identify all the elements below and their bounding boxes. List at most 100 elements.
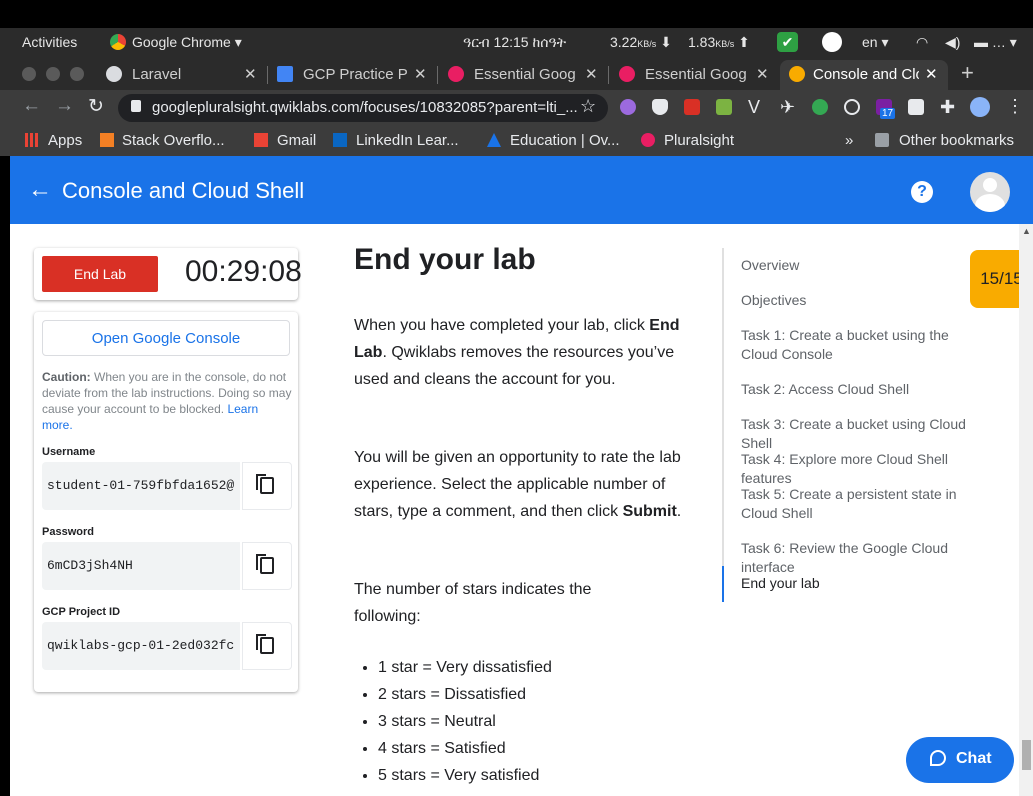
bookmarks-bar: Apps Stack Overflo... Gmail LinkedIn Lea… (0, 126, 1033, 156)
user-avatar[interactable] (970, 172, 1010, 212)
extension-icon[interactable] (908, 99, 924, 115)
bookmark-education[interactable]: Education | Ov... (510, 132, 620, 149)
tab-title: GCP Practice Pr (303, 66, 408, 83)
wifi-icon[interactable]: ◠ (916, 34, 928, 51)
tab-strip: Laravel ✕ GCP Practice Pr ✕ Essential Go… (0, 56, 1033, 90)
password-field[interactable]: 6mCD3jSh4NH (42, 542, 240, 590)
profile-avatar[interactable] (970, 97, 990, 117)
list-item: 1 star = Very dissatisfied (378, 654, 552, 681)
toc-item-task-3[interactable]: Task 3: Create a bucket using Cloud Shel… (741, 415, 991, 453)
list-item: 4 stars = Satisfied (378, 735, 552, 762)
toc-item-task-1[interactable]: Task 1: Create a bucket using the Cloud … (741, 326, 986, 364)
back-arrow-icon[interactable]: ← (28, 176, 52, 204)
bookmark-pluralsight[interactable]: Pluralsight (664, 132, 734, 149)
language-indicator[interactable]: en ▾ (862, 34, 889, 51)
bookmarks-overflow-chevron[interactable]: » (845, 132, 853, 149)
stackoverflow-icon (100, 133, 114, 147)
chrome-menu-icon[interactable]: ⋮ (1006, 96, 1024, 117)
url-text[interactable]: googlepluralsight.qwiklabs.com/focuses/1… (152, 99, 578, 116)
username-field[interactable]: student-01-759fbfda1652@ (42, 462, 240, 510)
gmail-icon (254, 133, 268, 147)
tab-essential-google-1[interactable]: Essential Goog ✕ (448, 60, 603, 90)
left-edge-strip (0, 156, 10, 796)
lab-timer: 00:29:08 (185, 255, 302, 288)
app-name: Google Chrome (132, 34, 231, 50)
open-google-console-button[interactable]: Open Google Console (42, 320, 290, 356)
bookmark-star-icon[interactable]: ☆ (580, 96, 596, 117)
close-icon[interactable]: ✕ (756, 65, 769, 83)
battery-icon[interactable]: ▬ … ▾ (974, 34, 1017, 51)
extension-icon[interactable] (684, 99, 700, 115)
window-maximize-button[interactable] (70, 67, 84, 81)
bookmark-gmail[interactable]: Gmail (277, 132, 316, 149)
paragraph-rate-lab: You will be given an opportunity to rate… (354, 449, 682, 520)
copy-icon (260, 557, 274, 574)
download-extension-icon[interactable] (716, 99, 732, 115)
username-label: Username (42, 446, 96, 458)
bookmark-apps[interactable]: Apps (48, 132, 82, 149)
back-arrow-icon[interactable]: ← (22, 95, 41, 117)
section-heading: End your lab (354, 243, 536, 276)
close-icon[interactable]: ✕ (414, 65, 427, 83)
chrome-icon (110, 34, 126, 50)
toc-item-task-4[interactable]: Task 4: Explore more Cloud Shell feature… (741, 450, 991, 488)
toc-item-task-6[interactable]: Task 6: Review the Google Cloud interfac… (741, 539, 991, 577)
activities-button[interactable]: Activities (22, 34, 77, 50)
close-icon[interactable]: ✕ (244, 65, 257, 83)
reload-icon[interactable]: ↻ (88, 95, 104, 118)
tab-gcp-practice[interactable]: GCP Practice Pr ✕ (277, 60, 432, 90)
clock[interactable]: ዓርብ 12:15 ከሰዓት (463, 34, 566, 51)
close-icon[interactable]: ✕ (925, 65, 938, 83)
volume-icon[interactable]: ◀) (945, 34, 960, 51)
close-icon[interactable]: ✕ (585, 65, 598, 83)
chat-button[interactable]: Chat (906, 737, 1014, 783)
bookmark-other[interactable]: Other bookmarks (899, 132, 1014, 149)
window-minimize-button[interactable] (46, 67, 60, 81)
app-menu[interactable]: Google Chrome ▾ (132, 34, 242, 51)
toc-item-end-your-lab[interactable]: End your lab (741, 574, 991, 593)
end-lab-button[interactable]: End Lab (42, 256, 158, 292)
tab-laravel[interactable]: Laravel ✕ (106, 60, 264, 90)
password-label: Password (42, 526, 94, 538)
toc-item-task-2[interactable]: Task 2: Access Cloud Shell (741, 380, 991, 399)
page-scrollbar[interactable] (1019, 224, 1033, 796)
extension-badge: 17 (880, 108, 896, 119)
star-rating-list: 1 star = Very dissatisfied 2 stars = Dis… (358, 654, 552, 789)
forward-arrow-icon[interactable]: → (55, 95, 74, 117)
check-tray-icon[interactable]: ✔ (777, 32, 798, 52)
scrollbar-thumb[interactable] (1022, 740, 1031, 770)
extension-icon[interactable] (620, 99, 636, 115)
bookmark-stackoverflow[interactable]: Stack Overflo... (122, 132, 225, 149)
tab-title: Console and Clo (813, 66, 919, 83)
extension-icon[interactable]: ✈ (780, 97, 795, 118)
lock-icon[interactable] (131, 100, 141, 112)
copy-icon (260, 477, 274, 494)
copy-password-button[interactable] (242, 542, 292, 590)
window-close-button[interactable] (22, 67, 36, 81)
extension-icon[interactable] (812, 99, 828, 115)
bookmark-linkedin[interactable]: LinkedIn Lear... (356, 132, 459, 149)
puzzle-extensions-icon[interactable]: ✚ (940, 97, 955, 118)
vue-extension-icon[interactable]: V (748, 97, 760, 118)
toc-item-objectives[interactable]: Objectives (741, 291, 991, 310)
page-title: Console and Cloud Shell (62, 178, 305, 203)
net-upload-speed: 1.83KB/s ⬆ (688, 34, 750, 50)
help-icon[interactable]: ? (911, 181, 933, 203)
copy-project-id-button[interactable] (242, 622, 292, 670)
new-tab-button[interactable]: + (961, 60, 974, 86)
tab-essential-google-2[interactable]: Essential Goog ✕ (619, 60, 774, 90)
tray-app-icon[interactable] (822, 32, 842, 52)
scroll-up-arrow[interactable]: ▲ (1022, 226, 1031, 236)
chat-bubble-icon (930, 750, 946, 766)
tab-title: Laravel (132, 66, 182, 83)
toc-item-overview[interactable]: Overview (741, 256, 991, 275)
project-id-field[interactable]: qwiklabs-gcp-01-2ed032fc (42, 622, 240, 670)
folder-icon (875, 133, 889, 147)
github-extension-icon[interactable] (844, 99, 860, 115)
tab-console-and-cloud-shell[interactable]: Console and Clo ✕ (780, 60, 948, 90)
net-download-speed: 3.22KB/s ⬇ (610, 34, 672, 50)
shield-extension-icon[interactable] (652, 99, 668, 115)
copy-username-button[interactable] (242, 462, 292, 510)
paragraph-stars-intro: The number of stars indicates the follow… (354, 581, 592, 625)
toc-item-task-5[interactable]: Task 5: Create a persistent state in Clo… (741, 485, 989, 523)
